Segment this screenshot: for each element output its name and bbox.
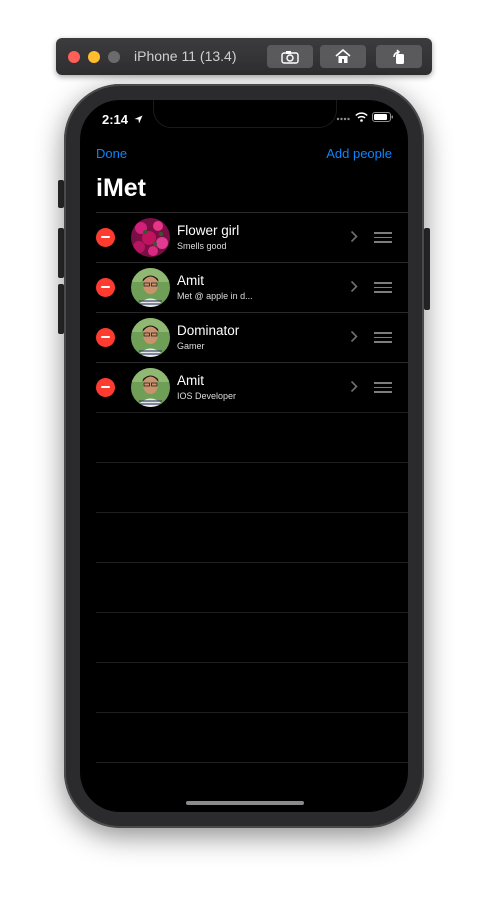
list-item[interactable]: Amit Met @ apple in d... (96, 262, 408, 312)
avatar (131, 268, 170, 307)
status-time: 2:14 (102, 112, 143, 127)
person-photo-icon (131, 368, 170, 407)
empty-row (96, 612, 408, 662)
chevron-right-icon[interactable] (350, 330, 358, 343)
screenshot-button[interactable] (267, 45, 313, 68)
close-window-button[interactable] (68, 51, 80, 63)
minimize-window-button[interactable] (88, 51, 100, 63)
flower-photo-icon (131, 218, 170, 257)
people-list: Flower girl Smells good Amit Met @ apple… (96, 212, 408, 812)
chevron-right-icon[interactable] (350, 280, 358, 293)
page-title: iMet (96, 174, 146, 202)
empty-row (96, 462, 408, 512)
simulator-window-bar: iPhone 11 (13.4) (56, 38, 432, 75)
reorder-handle-icon[interactable] (374, 382, 392, 396)
status-time-label: 2:14 (102, 112, 129, 127)
empty-row (96, 512, 408, 562)
simulator-title: iPhone 11 (13.4) (134, 48, 237, 64)
home-indicator[interactable] (186, 801, 304, 805)
done-button[interactable]: Done (96, 146, 127, 161)
delete-button[interactable] (96, 328, 115, 347)
phone-screen: 2:14 Done Add people iMet Flower girl Sm… (80, 100, 408, 812)
battery-icon (372, 112, 393, 122)
person-name: Amit (177, 373, 204, 388)
signal-icon (336, 117, 350, 121)
list-item[interactable]: Flower girl Smells good (96, 212, 408, 262)
zoom-window-button[interactable] (108, 51, 120, 63)
person-name: Dominator (177, 323, 240, 338)
delete-button[interactable] (96, 278, 115, 297)
reorder-handle-icon[interactable] (374, 282, 392, 296)
avatar (131, 368, 170, 407)
delete-button[interactable] (96, 378, 115, 397)
person-photo-icon (131, 318, 170, 357)
person-name: Amit (177, 273, 204, 288)
status-indicators (336, 112, 394, 122)
person-photo-icon (131, 268, 170, 307)
person-name: Flower girl (177, 223, 240, 238)
person-note: Gamer (177, 341, 205, 351)
power-button (424, 228, 430, 310)
person-note: Met @ apple in d... (177, 291, 253, 301)
chevron-right-icon[interactable] (350, 380, 358, 393)
camera-icon (281, 50, 299, 64)
chevron-right-icon[interactable] (350, 230, 358, 243)
empty-row (96, 662, 408, 712)
person-note: Smells good (177, 241, 227, 251)
avatar (131, 218, 170, 257)
location-arrow-icon (134, 115, 143, 124)
delete-button[interactable] (96, 228, 115, 247)
rotate-icon (393, 48, 404, 64)
reorder-handle-icon[interactable] (374, 232, 392, 246)
empty-row (96, 562, 408, 612)
avatar (131, 318, 170, 357)
person-note: IOS Developer (177, 391, 237, 401)
empty-row (96, 712, 408, 762)
list-item[interactable]: Amit IOS Developer (96, 362, 408, 412)
reorder-handle-icon[interactable] (374, 332, 392, 346)
list-item[interactable]: Dominator Gamer (96, 312, 408, 362)
rotate-button[interactable] (376, 45, 422, 68)
wifi-icon (355, 112, 368, 122)
home-button[interactable] (320, 45, 366, 68)
house-icon (335, 49, 351, 63)
empty-row (96, 412, 408, 462)
add-people-button[interactable]: Add people (326, 146, 392, 161)
notch (153, 100, 337, 128)
